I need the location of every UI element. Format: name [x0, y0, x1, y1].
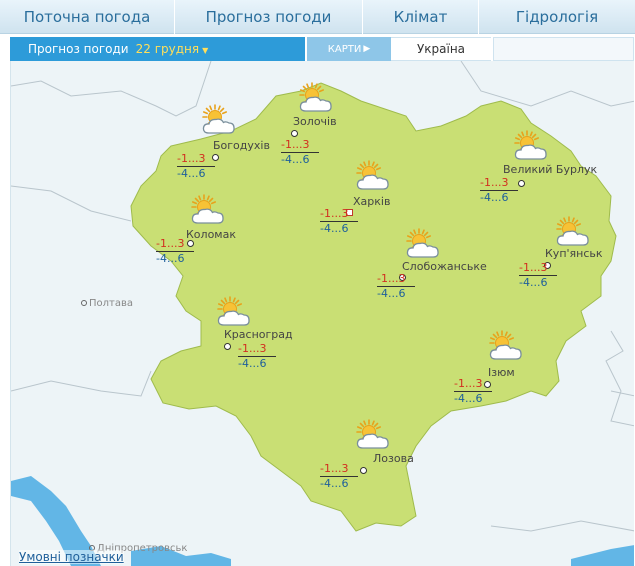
partly-cloudy-icon — [511, 129, 549, 161]
temperature-block: -1...3 -4...6 — [238, 342, 277, 371]
day-temperature: -1...3 — [238, 342, 277, 357]
partly-cloudy-icon — [403, 227, 441, 259]
night-temperature: -4...6 — [480, 191, 509, 204]
city-poltava: Полтава — [81, 298, 133, 309]
city-marker-icon — [224, 343, 231, 350]
forecast-bar: Прогноз погоди 22 грудня ▼ КАРТИ ▶ Україна — [10, 37, 634, 61]
temperature-block: -1...3 -4...6 — [519, 261, 558, 290]
triangle-right-icon: ▶ — [363, 44, 371, 54]
night-temperature: -4...6 — [281, 153, 310, 166]
temperature-block: -1...3 -4...6 — [454, 377, 493, 406]
day-temperature: -1...3 — [519, 261, 558, 276]
date-selector[interactable]: 22 грудня ▼ — [136, 42, 209, 56]
city-name: Золочів — [293, 115, 337, 128]
temperature-block: -1...3 -4...6 — [377, 272, 416, 301]
city-marker-icon — [518, 180, 525, 187]
night-temperature: -4...6 — [238, 357, 267, 370]
temperature-block: -1...3 -4...6 — [320, 462, 359, 491]
region-map[interactable]: Полтава Дніпропетровськ Золочів -1...3 -4… — [10, 61, 634, 566]
temperature-block: -1...3 -4...6 — [480, 176, 519, 205]
maps-button-label: КАРТИ — [327, 43, 362, 55]
city-marker-icon — [81, 300, 87, 306]
night-temperature: -4...6 — [519, 276, 548, 289]
city-name: Лозова — [373, 452, 414, 465]
temperature-block: -1...3 -4...6 — [281, 138, 320, 167]
partly-cloudy-icon — [486, 329, 524, 361]
city-name: Богодухів — [213, 139, 270, 152]
day-temperature: -1...3 — [377, 272, 416, 287]
tab-current-weather[interactable]: Поточна погода — [0, 0, 175, 34]
temperature-block: -1...3 -4...6 — [177, 152, 216, 181]
legend-link[interactable]: Умовні позначки — [19, 550, 124, 564]
day-temperature: -1...3 — [480, 176, 519, 191]
date-value: 22 грудня — [135, 42, 200, 56]
city-name: Полтава — [89, 298, 134, 309]
day-temperature: -1...3 — [177, 152, 216, 167]
city-name: Харків — [353, 195, 391, 208]
region-tab[interactable]: Україна — [391, 37, 491, 61]
city-marker-icon — [291, 130, 298, 137]
partly-cloudy-icon — [296, 81, 334, 113]
partly-cloudy-icon — [199, 103, 237, 135]
tab-climate[interactable]: Клімат — [363, 0, 479, 34]
night-temperature: -4...6 — [377, 287, 406, 300]
tab-forecast[interactable]: Прогноз погоди — [175, 0, 363, 34]
partly-cloudy-icon — [353, 418, 391, 450]
night-temperature: -4...6 — [156, 252, 185, 265]
city-name: Красноград — [224, 328, 293, 341]
maps-button[interactable]: КАРТИ ▶ — [307, 37, 391, 61]
day-temperature: -1...3 — [281, 138, 320, 153]
city-name: Куп'янськ — [545, 247, 603, 260]
night-temperature: -4...6 — [177, 167, 206, 180]
partly-cloudy-icon — [353, 159, 391, 191]
subbar-filler — [493, 37, 634, 61]
day-temperature: -1...3 — [320, 462, 359, 477]
partly-cloudy-icon — [214, 295, 252, 327]
day-temperature: -1...3 — [320, 207, 359, 222]
forecast-header: Прогноз погоди 22 грудня ▼ — [10, 37, 305, 61]
day-temperature: -1...3 — [454, 377, 493, 392]
temperature-block: -1...3 -4...6 — [320, 207, 359, 236]
temperature-block: -1...3 -4...6 — [156, 237, 195, 266]
night-temperature: -4...6 — [320, 477, 349, 490]
day-temperature: -1...3 — [156, 237, 195, 252]
partly-cloudy-icon — [188, 193, 226, 225]
forecast-label: Прогноз погоди — [28, 42, 129, 56]
partly-cloudy-icon — [553, 215, 591, 247]
city-marker-icon — [360, 467, 367, 474]
night-temperature: -4...6 — [320, 222, 349, 235]
city-name: Великий Бурлук — [503, 163, 598, 176]
tab-hydrology[interactable]: Гідрологія — [479, 0, 635, 34]
main-nav: Поточна погода Прогноз погоди Клімат Гід… — [0, 0, 635, 34]
night-temperature: -4...6 — [454, 392, 483, 405]
caret-down-icon: ▼ — [202, 46, 209, 55]
